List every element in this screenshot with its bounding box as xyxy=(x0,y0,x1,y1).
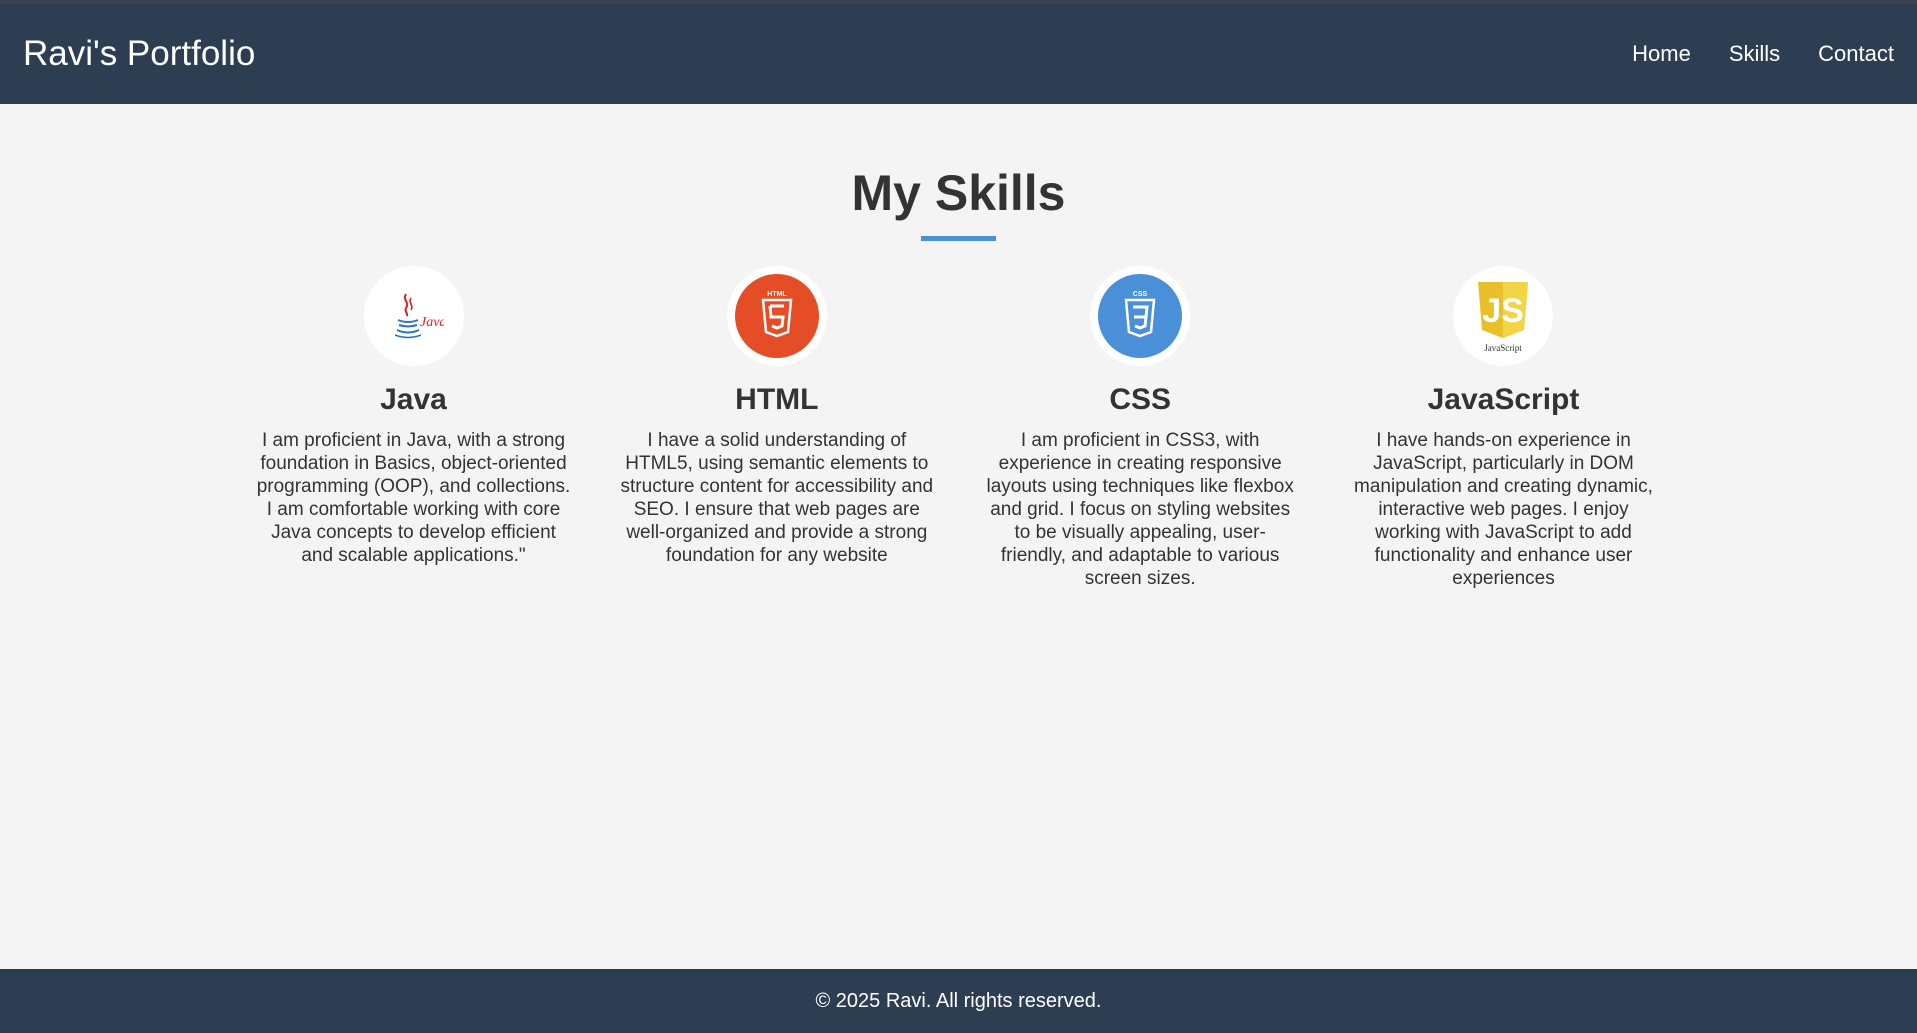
html5-logo-text: HTML xyxy=(767,291,787,298)
skill-name: Java xyxy=(380,383,447,416)
title-underline xyxy=(921,236,996,241)
javascript-logo-icon: JS JavaScript xyxy=(1453,266,1554,366)
nav-link-contact[interactable]: Contact xyxy=(1818,41,1894,67)
skill-description: I have hands-on experience in JavaScript… xyxy=(1354,430,1653,589)
css3-logo-text: CSS xyxy=(1133,291,1148,298)
skill-name: JavaScript xyxy=(1427,383,1580,416)
css3-logo-icon: CSS xyxy=(1090,266,1191,366)
skill-card-javascript: JS JavaScript JavaScript I have hands-on… xyxy=(1340,266,1667,590)
footer-copyright: © 2025 Ravi. All rights reserved. xyxy=(815,989,1102,1012)
skills-section: My Skills Java Java I am proficient in J xyxy=(0,104,1917,969)
nav-link-home[interactable]: Home xyxy=(1632,41,1691,67)
site-footer: © 2025 Ravi. All rights reserved. xyxy=(0,969,1917,1033)
skill-card-html: HTML HTML I have a solid understanding o… xyxy=(613,266,940,590)
java-logo-icon: Java xyxy=(363,266,464,366)
skill-card-java: Java Java I am proficient in Java, with … xyxy=(250,266,577,590)
skill-name: CSS xyxy=(1109,383,1171,416)
nav-link-skills[interactable]: Skills xyxy=(1729,41,1780,67)
skill-description: I am proficient in Java, with a strong f… xyxy=(256,430,571,566)
skill-description: I have a solid understanding of HTML5, u… xyxy=(620,430,934,566)
javascript-logo-text: JavaScript xyxy=(1485,343,1523,353)
brand-title[interactable]: Ravi's Portfolio xyxy=(23,34,255,74)
main-nav: Home Skills Contact xyxy=(1594,41,1894,67)
html5-logo-icon: HTML xyxy=(726,266,827,366)
skills-grid: Java Java I am proficient in Java, with … xyxy=(250,266,1667,590)
java-logo-text: Java xyxy=(420,315,444,330)
skill-name: HTML xyxy=(735,383,819,416)
svg-text:JS: JS xyxy=(1483,292,1525,330)
section-title: My Skills xyxy=(851,165,1066,221)
skill-card-css: CSS CSS I am proficient in CSS3, with ex… xyxy=(977,266,1304,590)
site-header: Ravi's Portfolio Home Skills Contact xyxy=(0,4,1917,104)
skill-description: I am proficient in CSS3, with experience… xyxy=(986,430,1294,589)
